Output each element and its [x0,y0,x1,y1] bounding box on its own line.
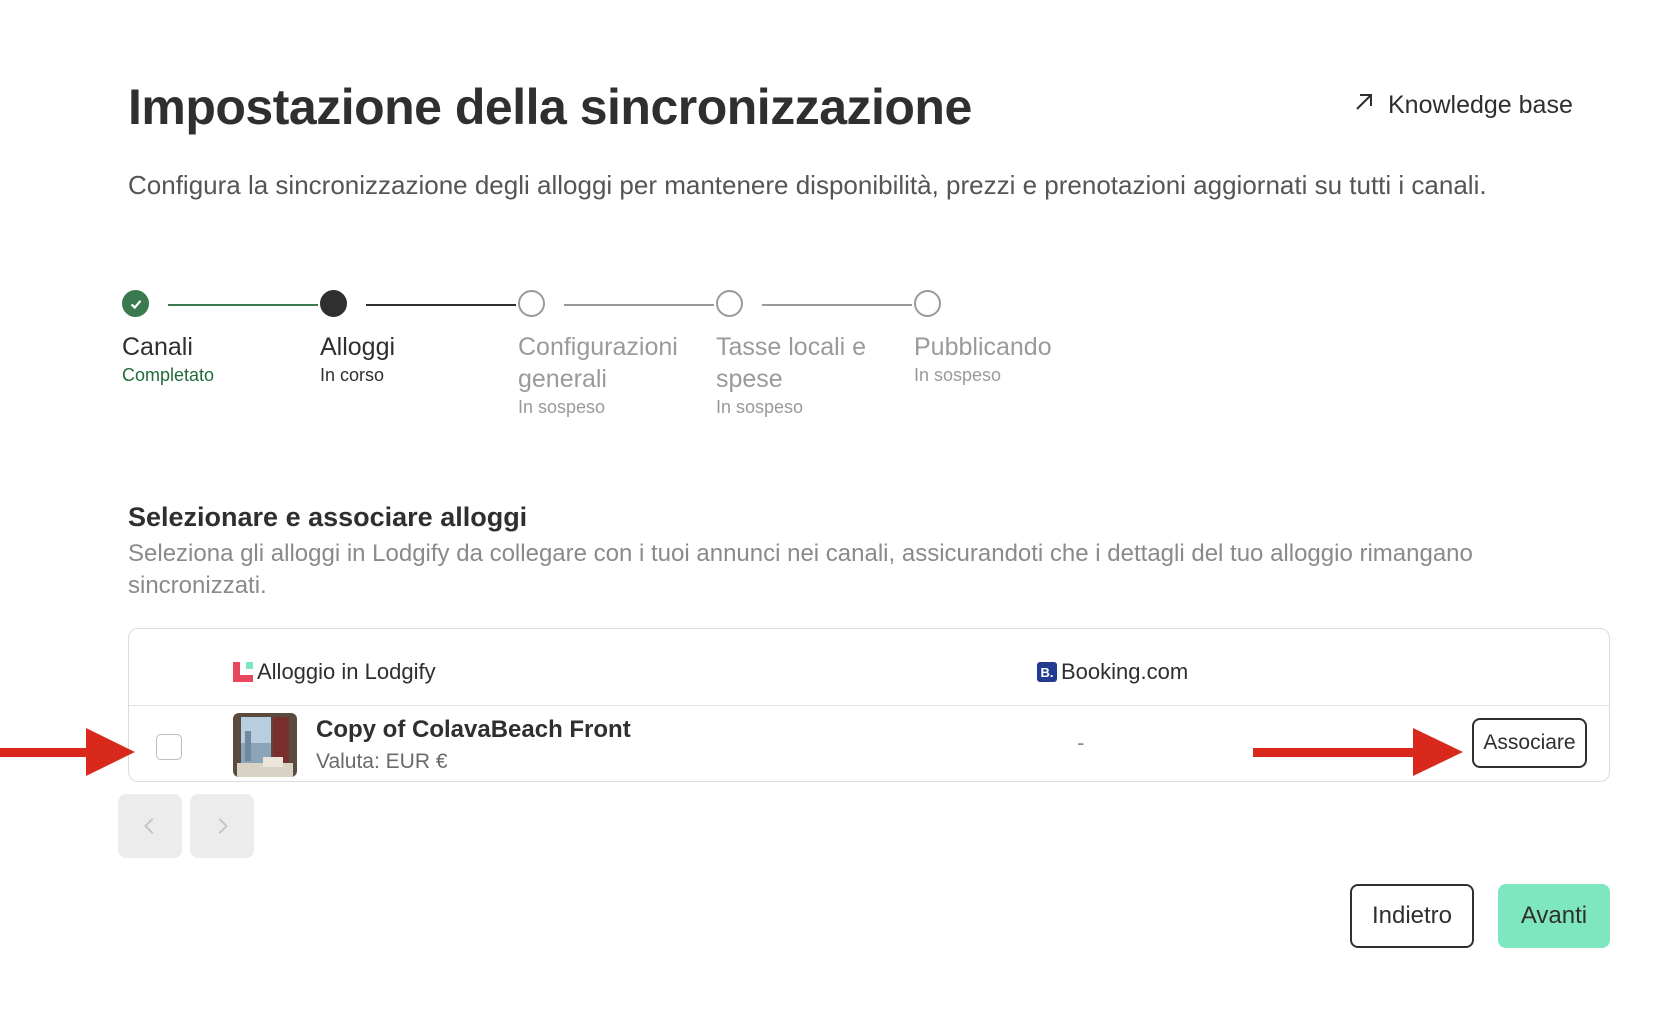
progress-stepper: Canali Completato Alloggi In corso Confi… [122,290,1230,430]
step-status: Completato [122,365,215,385]
step-status: In sospeso [716,397,804,417]
step-tasse-locali: Tasse locali e spese In sospeso [716,290,916,418]
step-current-indicator [320,290,347,317]
section-description: Seleziona gli alloggi in Lodgify da coll… [128,540,1473,599]
step-label: Pubblicando [914,333,1052,361]
step-label: Canali [122,333,193,361]
section-title: Selezionare e associare alloggi [128,502,528,532]
step-done-indicator [122,290,149,317]
step-pending-indicator [518,290,545,317]
step-label: Tasse locali e spese [716,333,867,393]
column-header-lodgify: Alloggio in Lodgify [233,659,436,685]
step-status: In corso [320,365,385,385]
step-configurazioni-generali: Configurazioni generali In sospeso [518,290,718,418]
step-canali: Canali Completato [122,290,322,386]
pagination-next-button[interactable] [190,794,254,858]
property-currency: Valuta: EUR € [316,750,448,773]
back-button[interactable]: Indietro [1350,884,1474,948]
knowledge-base-label: Knowledge base [1388,91,1573,119]
next-button[interactable]: Avanti [1498,884,1610,948]
table-header: Alloggio in Lodgify B. Booking.com [129,629,1609,706]
knowledge-base-link[interactable]: Knowledge base [1352,90,1573,121]
chevron-left-icon [144,818,154,834]
annotation-arrow-associate [1253,728,1463,776]
booking-match-value: - [1077,730,1085,755]
booking-logo-icon: B. [1037,662,1057,682]
step-pending-indicator [716,290,743,317]
lodgify-logo-icon [233,662,253,682]
check-icon [130,299,141,309]
row-select-checkbox[interactable] [156,734,182,760]
external-link-icon [1352,90,1376,121]
column-header-booking: B. Booking.com [1037,659,1188,685]
step-label: Alloggi [320,333,396,361]
step-status: In sospeso [914,365,1002,385]
associate-button[interactable]: Associare [1472,718,1587,768]
page-title: Impostazione della sincronizzazione [128,79,972,135]
step-pubblicando: Pubblicando In sospeso [914,290,1114,386]
chevron-right-icon [218,818,228,834]
annotation-arrow-checkbox [0,728,135,776]
property-thumbnail [233,713,297,777]
sync-setup-page: Impostazione della sincronizzazione Know… [118,0,1610,1012]
page-subtitle: Configura la sincronizzazione degli allo… [128,170,1487,200]
step-pending-indicator [914,290,941,317]
step-status: In sospeso [518,397,606,417]
step-alloggi: Alloggi In corso [320,290,520,386]
column-header-label: Booking.com [1061,659,1189,684]
step-label: Configurazioni generali [518,333,678,393]
property-name: Copy of ColavaBeach Front [316,716,631,743]
column-header-label: Alloggio in Lodgify [257,659,436,684]
pagination-prev-button[interactable] [118,794,182,858]
